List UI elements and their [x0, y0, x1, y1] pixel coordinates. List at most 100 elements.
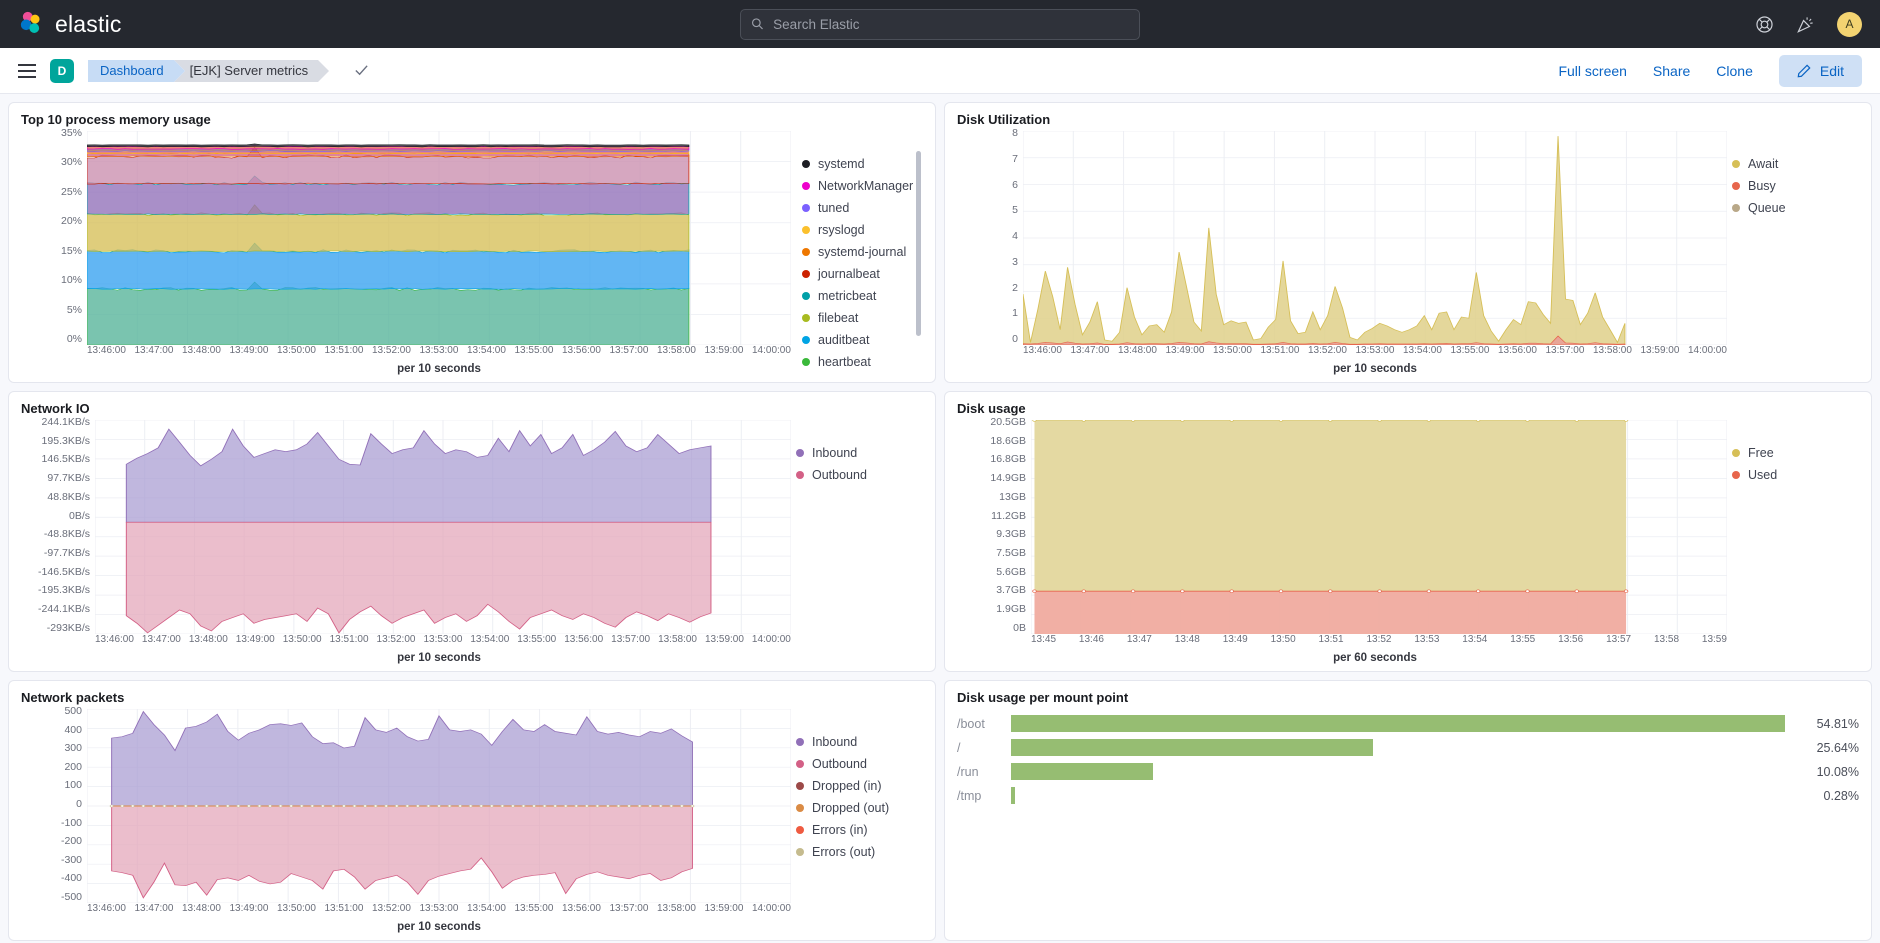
- panel-network-packets: Network packets 500 400 300 200 100 0 -100 -200…: [8, 680, 936, 941]
- elastic-logo-brand[interactable]: elastic: [18, 11, 122, 38]
- legend-color-dot: [802, 336, 810, 344]
- x-tick-12: 13:58:00: [657, 345, 696, 356]
- legend-item-free[interactable]: Free: [1732, 446, 1859, 460]
- breadcrumb-current-dashboard[interactable]: [EJK] Server metrics: [173, 59, 330, 82]
- legend-label: Outbound: [812, 757, 867, 771]
- announcement-icon[interactable]: [1796, 15, 1815, 34]
- y-tick-4: 13GB: [999, 490, 1026, 503]
- memory-legend[interactable]: systemd NetworkManager tuned rsyslogd system…: [795, 127, 923, 373]
- disk-utilization-y-axis: 8 7 6 5 4 3 2 1 0: [957, 127, 1023, 345]
- network-io-legend[interactable]: Inbound Outbound: [795, 416, 923, 662]
- legend-item-metricbeat[interactable]: metricbeat: [802, 289, 923, 303]
- disk-usage-legend[interactable]: Free Used: [1731, 416, 1859, 662]
- x-tick-6: 13:51: [1318, 634, 1344, 645]
- y-tick-3: 20%: [60, 215, 82, 228]
- breadcrumb-bar: D Dashboard [EJK] Server metrics Full sc…: [0, 48, 1880, 94]
- legend-item-rsyslogd[interactable]: rsyslogd: [802, 223, 923, 237]
- disk-utilization-legend[interactable]: Await Busy Queue: [1731, 127, 1859, 373]
- network-io-y-axis: 244.1KB/s 195.3KB/s 146.5KB/s 97.7KB/s 48.8K…: [21, 416, 95, 634]
- avatar[interactable]: A: [1837, 11, 1862, 37]
- legend-color-dot: [802, 314, 810, 322]
- legend-label: rsyslogd: [818, 223, 865, 237]
- x-tick-13: 13:59:00: [1640, 345, 1680, 356]
- search-bar[interactable]: [740, 8, 1140, 40]
- x-tick-1: 13:47:00: [1070, 345, 1110, 356]
- panel-title: Disk usage per mount point: [957, 690, 1129, 705]
- y-tick-2: 25%: [60, 185, 82, 198]
- legend-item-queue[interactable]: Queue: [1732, 201, 1859, 215]
- x-tick-13: 13:58: [1653, 634, 1680, 645]
- mount-point-row[interactable]: /run 10.08%: [957, 763, 1859, 780]
- legend-item-errors-out[interactable]: Errors (out): [796, 845, 923, 859]
- legend-item-networkmanager[interactable]: NetworkManager: [802, 179, 923, 193]
- legend-color-dot: [1732, 449, 1740, 457]
- legend-item-journalbeat[interactable]: journalbeat: [802, 267, 923, 281]
- network-packets-chart[interactable]: 500 400 300 200 100 0 -100 -200 -300 -400 -500 13:…: [21, 705, 795, 933]
- mount-point-row[interactable]: /boot 54.81%: [957, 715, 1859, 732]
- legend-item-busy[interactable]: Busy: [1732, 179, 1859, 193]
- y-tick-8: 5.6GB: [996, 565, 1026, 578]
- full-screen-button[interactable]: Full screen: [1558, 63, 1626, 79]
- clone-button[interactable]: Clone: [1716, 63, 1753, 79]
- x-tick-10: 13:56:00: [564, 634, 604, 645]
- search-input[interactable]: [773, 16, 1129, 32]
- x-tick-14: 14:00:00: [1688, 345, 1727, 356]
- legend-item-filebeat[interactable]: filebeat: [802, 311, 923, 325]
- space-avatar[interactable]: D: [50, 58, 74, 83]
- legend-item-systemd[interactable]: systemd: [802, 157, 923, 171]
- mount-point-value: 54.81%: [1816, 716, 1859, 731]
- network-io-chart[interactable]: 244.1KB/s 195.3KB/s 146.5KB/s 97.7KB/s 48.8K…: [21, 416, 795, 664]
- disk-usage-x-title: per 60 seconds: [1333, 652, 1417, 664]
- panel-top-10-process-memory-usage: Top 10 process memory usage 35% 30% 25% 20%…: [8, 102, 936, 383]
- y-tick-6: 2: [1012, 281, 1018, 294]
- x-tick-3: 13:49:00: [229, 903, 269, 914]
- edit-button[interactable]: Edit: [1778, 54, 1862, 87]
- legend-item-outbound[interactable]: Outbound: [796, 468, 923, 482]
- network-packets-legend[interactable]: Inbound Outbound Dropped (in) Dropped (out)…: [795, 705, 923, 931]
- x-tick-7: 13:53:00: [419, 345, 459, 356]
- legend-color-dot: [1732, 182, 1740, 190]
- y-tick-7: -200: [60, 835, 82, 848]
- y-tick-5: 0B/s: [68, 509, 90, 522]
- legend-item-dropped-in[interactable]: Dropped (in): [796, 779, 923, 793]
- legend-scrollbar[interactable]: [916, 151, 921, 336]
- disk-utilization-chart[interactable]: 8 7 6 5 4 3 2 1 0 13:46:00 13:47:00 13:48:00 13:49:…: [957, 127, 1731, 375]
- panel-title: Network IO: [21, 401, 90, 416]
- legend-color-dot: [802, 358, 810, 366]
- x-tick-0: 13:46:00: [1023, 345, 1062, 356]
- y-tick-4: 48.8KB/s: [47, 490, 90, 503]
- x-tick-0: 13:46:00: [87, 903, 126, 914]
- legend-item-systemd-journal[interactable]: systemd-journal: [802, 245, 923, 259]
- legend-item-inbound[interactable]: Inbound: [796, 735, 923, 749]
- legend-item-inbound[interactable]: Inbound: [796, 446, 923, 460]
- x-tick-2: 13:47: [1126, 634, 1152, 645]
- legend-color-dot: [802, 182, 810, 190]
- mount-point-bar-track: [1011, 739, 1785, 756]
- y-tick-5: 0: [76, 797, 82, 810]
- mount-point-label: /tmp: [957, 788, 982, 803]
- legend-color-dot: [802, 270, 810, 278]
- unsaved-changes-check-icon[interactable]: [354, 63, 369, 78]
- legend-item-errors-in[interactable]: Errors (in): [796, 823, 923, 837]
- mount-point-row[interactable]: / 25.64%: [957, 739, 1859, 756]
- legend-item-await[interactable]: Await: [1732, 157, 1859, 171]
- y-tick-0: 20.5GB: [990, 416, 1026, 428]
- legend-item-outbound[interactable]: Outbound: [796, 757, 923, 771]
- legend-item-dropped-out[interactable]: Dropped (out): [796, 801, 923, 815]
- panel-title: Disk Utilization: [957, 112, 1051, 127]
- breadcrumb-dashboard[interactable]: Dashboard: [88, 59, 185, 82]
- help-icon[interactable]: [1755, 15, 1774, 34]
- legend-item-used[interactable]: Used: [1732, 468, 1859, 482]
- menu-toggle-icon[interactable]: [18, 63, 36, 78]
- legend-item-tuned[interactable]: tuned: [802, 201, 923, 215]
- mount-point-row[interactable]: /tmp 0.28%: [957, 787, 1859, 804]
- pencil-icon: [1797, 63, 1811, 77]
- memory-chart[interactable]: 35% 30% 25% 20% 15% 10% 5% 0% 13:46:00 13:47:00 1…: [21, 127, 795, 375]
- share-button[interactable]: Share: [1653, 63, 1690, 79]
- legend-item-heartbeat[interactable]: heartbeat: [802, 355, 923, 369]
- disk-usage-chart[interactable]: 20.5GB 18.6GB 16.8GB 14.9GB 13GB 11.2GB 9.3GB 7…: [957, 416, 1731, 664]
- legend-label: tuned: [818, 201, 850, 215]
- x-tick-5: 13:51:00: [324, 345, 364, 356]
- network-io-x-axis: 13:46:00 13:47:00 13:48:00 13:49:00 13:50:00…: [95, 634, 791, 648]
- legend-item-auditbeat[interactable]: auditbeat: [802, 333, 923, 347]
